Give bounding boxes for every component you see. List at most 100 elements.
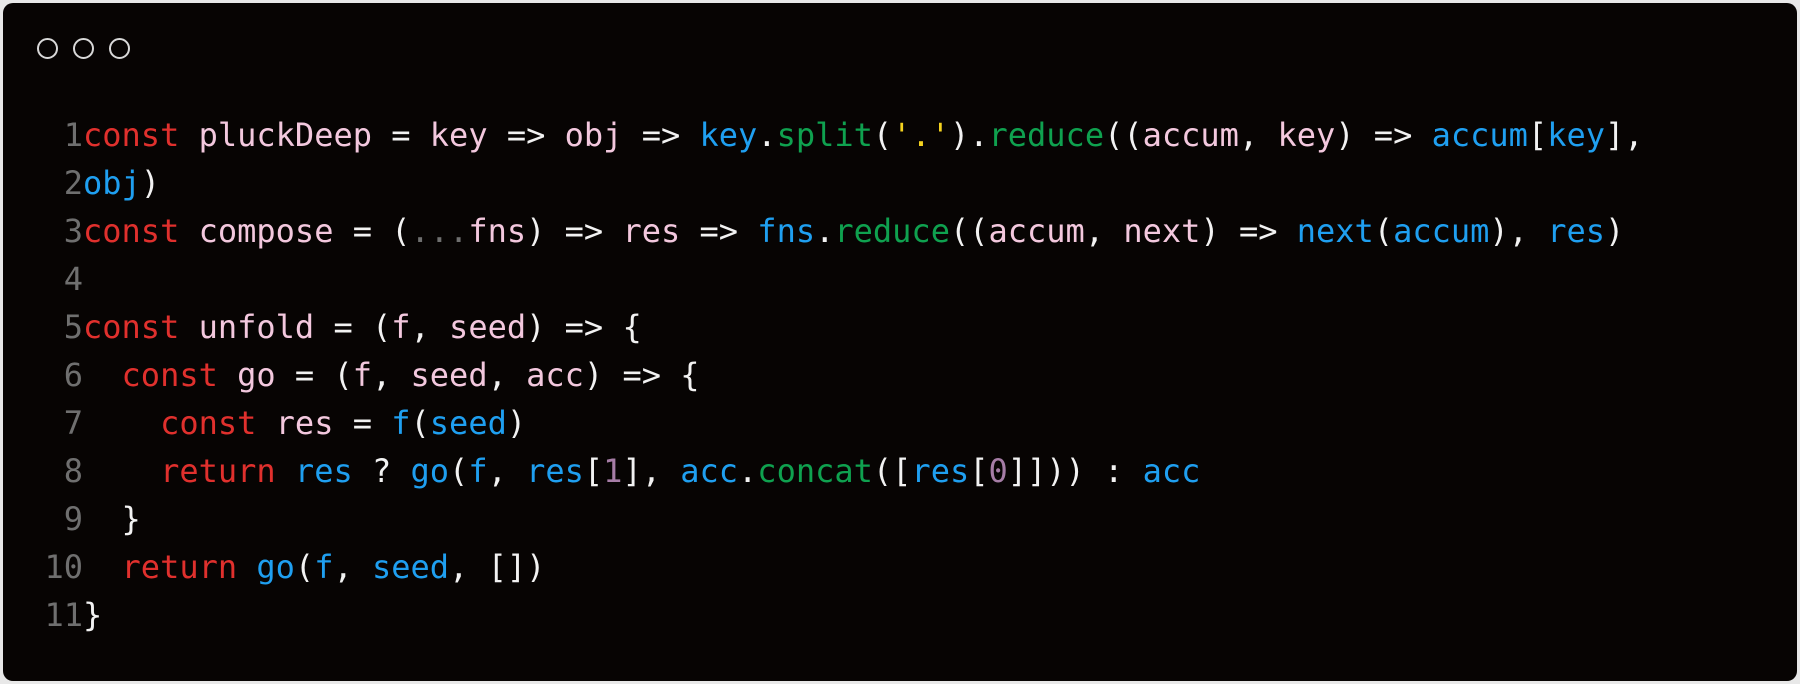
- code-token: ((: [1104, 116, 1143, 154]
- code-line: 6 const go = (f, seed, acc) => {: [41, 351, 1644, 399]
- code-token: res: [294, 452, 353, 490]
- line-number: 5: [63, 308, 83, 346]
- code-line: 2 obj): [41, 159, 1644, 207]
- code-token: =>: [680, 212, 758, 250]
- code-token: key: [1547, 116, 1605, 154]
- code-block[interactable]: 1 const pluckDeep = key => obj => key.spl…: [41, 111, 1644, 639]
- line-number: 7: [63, 404, 83, 442]
- code-line: 9 }: [41, 495, 1644, 543]
- code-token: =>: [622, 116, 700, 154]
- code-token: seed: [429, 404, 507, 442]
- code-token: next: [1123, 212, 1201, 250]
- code-token: ) => {: [526, 308, 642, 346]
- code-token: f: [468, 452, 488, 490]
- code-line-text: }: [83, 495, 141, 543]
- code-line-text: const pluckDeep = key => obj => key.spli…: [83, 111, 1644, 159]
- code-token: seed: [449, 308, 527, 346]
- code-token: reduce: [834, 212, 950, 250]
- code-token: 0: [988, 452, 1008, 490]
- code-token: ): [1604, 212, 1625, 250]
- code-token: go: [410, 452, 450, 490]
- code-line: 1 const pluckDeep = key => obj => key.spl…: [41, 111, 1644, 159]
- code-token: .: [815, 212, 835, 250]
- code-token: res: [275, 404, 334, 442]
- code-token: ) =>: [1335, 116, 1432, 154]
- code-token: accum: [988, 212, 1085, 250]
- code-token: ,: [333, 548, 372, 586]
- code-token: ): [506, 404, 527, 442]
- line-number: 1: [63, 116, 83, 154]
- window-dot-1[interactable]: [37, 38, 58, 59]
- line-number: 6: [63, 356, 83, 394]
- code-token: '.': [892, 116, 950, 154]
- code-token: 1: [603, 452, 623, 490]
- window-controls: [37, 38, 130, 59]
- code-token: = (: [333, 212, 411, 250]
- code-token: acc: [526, 356, 584, 394]
- code-token: , []): [449, 548, 546, 586]
- code-token: res: [911, 452, 970, 490]
- code-token: = (: [275, 356, 353, 394]
- code-token: ,: [371, 356, 411, 394]
- code-token: [: [969, 452, 989, 490]
- code-token: return: [160, 452, 276, 490]
- code-line: 7 const res = f(seed): [41, 399, 1644, 447]
- code-token: next: [1296, 212, 1374, 250]
- code-token: ...: [410, 212, 469, 250]
- code-token: const: [83, 212, 180, 250]
- code-token: [: [1527, 116, 1548, 154]
- code-token: .: [757, 116, 777, 154]
- code-line-text: return res ? go(f, res[1], acc.concat([r…: [83, 447, 1200, 495]
- code-token: (: [1373, 212, 1394, 250]
- code-token: seed: [371, 548, 450, 586]
- code-token: ): [140, 164, 161, 202]
- line-number: 4: [63, 260, 83, 298]
- code-line-text: const compose = (...fns) => res => fns.r…: [83, 207, 1624, 255]
- code-line-text: obj): [83, 159, 160, 207]
- code-token: key: [429, 116, 488, 154]
- window-dot-3[interactable]: [109, 38, 130, 59]
- code-token: pluckDeep: [198, 116, 372, 154]
- code-token: res: [1547, 212, 1605, 250]
- code-token: reduce: [988, 116, 1105, 154]
- window-dot-2[interactable]: [73, 38, 94, 59]
- code-token: .: [738, 452, 758, 490]
- code-token: (: [294, 548, 315, 586]
- code-token: fns: [757, 212, 816, 250]
- code-line: 5 const unfold = (f, seed) => {: [41, 303, 1644, 351]
- code-token: f: [314, 548, 334, 586]
- code-token: ),: [1489, 212, 1548, 250]
- code-line: 8 return res ? go(f, res[1], acc.concat(…: [41, 447, 1644, 495]
- code-line-text: return go(f, seed, []): [83, 543, 546, 591]
- code-line: 3 const compose = (...fns) => res => fns.…: [41, 207, 1644, 255]
- code-token: fns: [468, 212, 527, 250]
- code-line-text: const go = (f, seed, acc) => {: [83, 351, 700, 399]
- code-token: ,: [410, 308, 450, 346]
- code-token: ,: [487, 356, 527, 394]
- code-line-text: }: [83, 591, 102, 639]
- code-token: (: [410, 404, 430, 442]
- code-token: accum: [1431, 116, 1528, 154]
- code-token: ).: [949, 116, 989, 154]
- code-token: ([: [872, 452, 912, 490]
- line-number: 2: [63, 164, 83, 202]
- code-token: const: [121, 356, 218, 394]
- code-token: ],: [1604, 116, 1644, 154]
- code-token: acc: [1142, 452, 1201, 490]
- code-token: go: [237, 356, 276, 394]
- code-token: const: [160, 404, 257, 442]
- code-token: concat: [757, 452, 873, 490]
- code-token: }: [83, 596, 103, 634]
- code-token: obj: [83, 164, 141, 202]
- line-number: 9: [63, 500, 83, 538]
- code-token: const: [83, 116, 180, 154]
